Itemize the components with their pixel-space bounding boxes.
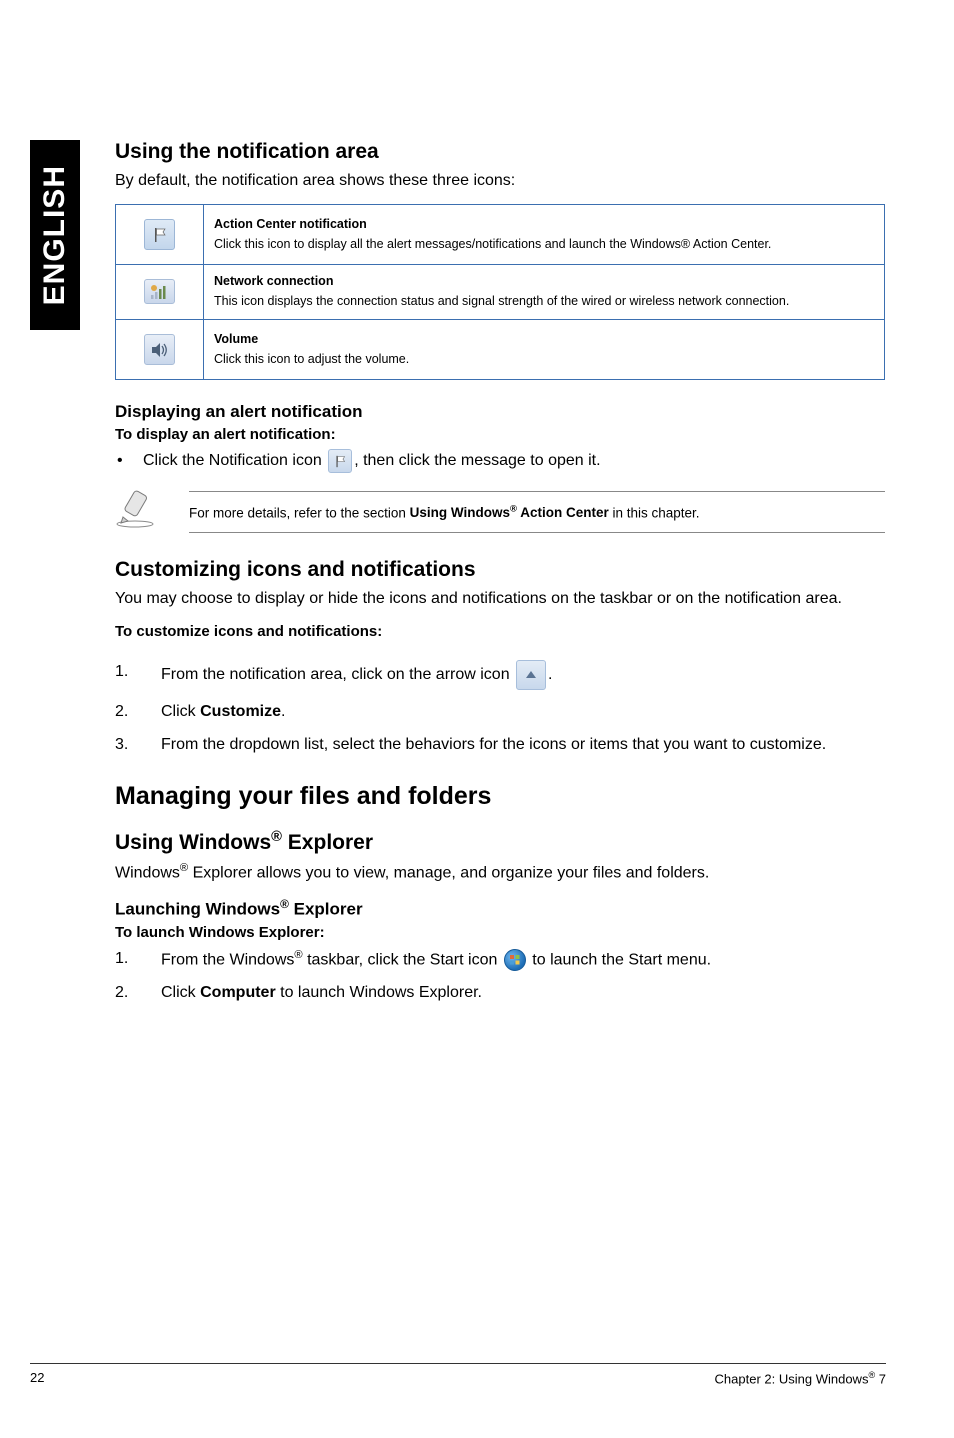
row-title: Network connection <box>214 274 874 288</box>
explorer-heading-post: Explorer <box>282 831 373 854</box>
table-row: Action Center notification Click this ic… <box>116 205 885 265</box>
page-number: 22 <box>30 1370 44 1386</box>
step-num: 2. <box>115 981 161 1004</box>
row-desc: Click this icon to adjust the volume. <box>214 351 874 368</box>
volume-icon-cell <box>116 320 204 380</box>
managing-heading: Managing your files and folders <box>115 782 885 811</box>
note-post: in this chapter. <box>609 505 700 520</box>
alert-heading: Displaying an alert notification <box>115 402 885 422</box>
explorer-heading-pre: Using Windows <box>115 831 271 854</box>
step-text: Click Computer to launch Windows Explore… <box>161 981 885 1004</box>
row-title: Volume <box>214 332 874 346</box>
step-text: From the notification area, click on the… <box>161 660 885 690</box>
explorer-heading: Using Windows® Explorer <box>115 829 885 855</box>
bullet-dot: • <box>115 452 143 470</box>
chapter-post: 7 <box>875 1371 886 1386</box>
step-text: From the Windows® taskbar, click the Sta… <box>161 947 885 972</box>
step-num: 1. <box>115 947 161 970</box>
step-text: Click Customize. <box>161 700 885 723</box>
section-intro: By default, the notification area shows … <box>115 170 885 192</box>
table-row: Network connection This icon displays th… <box>116 265 885 320</box>
pencil-icon <box>115 489 161 534</box>
sup: ® <box>294 949 302 961</box>
arrow-up-icon <box>516 660 546 690</box>
explorer-intro-post: Explorer allows you to view, manage, and… <box>188 864 709 881</box>
ls2-pre: Click <box>161 984 200 1001</box>
launch-heading-pre: Launching Windows <box>115 900 280 919</box>
note-box: For more details, refer to the section U… <box>115 489 885 534</box>
bullet-text: Click the Notification icon , then click… <box>143 449 601 473</box>
note-bold-post: Action Center <box>517 505 609 520</box>
customize-sub: To customize icons and notifications: <box>115 623 885 640</box>
note-bold-pre: Using Windows <box>410 505 510 520</box>
s2-bold: Customize <box>200 703 281 720</box>
step-text: From the dropdown list, select the behav… <box>161 733 885 756</box>
volume-icon <box>144 334 175 365</box>
section-heading-notification-area: Using the notification area <box>115 140 885 164</box>
page-footer: 22 Chapter 2: Using Windows® 7 <box>30 1363 886 1386</box>
launch-heading: Launching Windows® Explorer <box>115 897 885 920</box>
network-desc-cell: Network connection This icon displays th… <box>204 265 885 320</box>
network-icon <box>144 279 175 304</box>
flag-icon <box>144 219 175 250</box>
launch-step-2: 2. Click Computer to launch Windows Expl… <box>115 981 885 1004</box>
chapter-pre: Chapter 2: Using Windows <box>715 1371 869 1386</box>
ls2-bold: Computer <box>200 984 276 1001</box>
start-orb-icon <box>504 949 526 971</box>
bullet-post: , then click the message to open it. <box>354 453 600 470</box>
table-row: Volume Click this icon to adjust the vol… <box>116 320 885 380</box>
launch-sub: To launch Windows Explorer: <box>115 924 885 941</box>
bullet-pre: Click the Notification icon <box>143 453 326 470</box>
customize-intro: You may choose to display or hide the ic… <box>115 588 885 610</box>
ls1-mid: taskbar, click the Start icon <box>303 951 502 968</box>
row-title: Action Center notification <box>214 217 874 231</box>
chapter-label: Chapter 2: Using Windows® 7 <box>715 1370 886 1386</box>
ls2-post: to launch Windows Explorer. <box>276 984 482 1001</box>
launch-heading-post: Explorer <box>289 900 363 919</box>
sup: ® <box>180 862 188 874</box>
action-center-icon-cell <box>116 205 204 265</box>
language-tab-label: ENGLISH <box>38 165 72 305</box>
note-text: For more details, refer to the section U… <box>189 491 885 534</box>
step-3: 3. From the dropdown list, select the be… <box>115 733 885 756</box>
sup: ® <box>271 829 282 845</box>
row-desc: This icon displays the connection status… <box>214 293 874 310</box>
s1-pre: From the notification area, click on the… <box>161 666 514 683</box>
flag-icon <box>328 449 352 473</box>
bullet-item: • Click the Notification icon , then cli… <box>115 449 885 473</box>
note-sup: ® <box>510 504 517 515</box>
explorer-intro-pre: Windows <box>115 864 180 881</box>
page-content: Using the notification area By default, … <box>115 140 885 1014</box>
ls1-post: to launch the Start menu. <box>532 951 711 968</box>
step-num: 1. <box>115 660 161 683</box>
step-num: 3. <box>115 733 161 756</box>
step-num: 2. <box>115 700 161 723</box>
s2-post: . <box>281 703 285 720</box>
step-2: 2. Click Customize. <box>115 700 885 723</box>
network-icon-cell <box>116 265 204 320</box>
language-tab: ENGLISH <box>30 140 80 330</box>
alert-sub: To display an alert notification: <box>115 426 885 443</box>
ls1-pre: From the Windows <box>161 951 294 968</box>
customize-heading: Customizing icons and notifications <box>115 558 885 582</box>
s2-pre: Click <box>161 703 200 720</box>
explorer-intro: Windows® Explorer allows you to view, ma… <box>115 861 885 885</box>
note-pre: For more details, refer to the section <box>189 505 410 520</box>
row-desc: Click this icon to display all the alert… <box>214 236 874 253</box>
sup: ® <box>280 897 289 911</box>
s1-post: . <box>548 666 552 683</box>
action-center-desc-cell: Action Center notification Click this ic… <box>204 205 885 265</box>
launch-step-1: 1. From the Windows® taskbar, click the … <box>115 947 885 972</box>
notification-icons-table: Action Center notification Click this ic… <box>115 204 885 380</box>
volume-desc-cell: Volume Click this icon to adjust the vol… <box>204 320 885 380</box>
step-1: 1. From the notification area, click on … <box>115 660 885 690</box>
